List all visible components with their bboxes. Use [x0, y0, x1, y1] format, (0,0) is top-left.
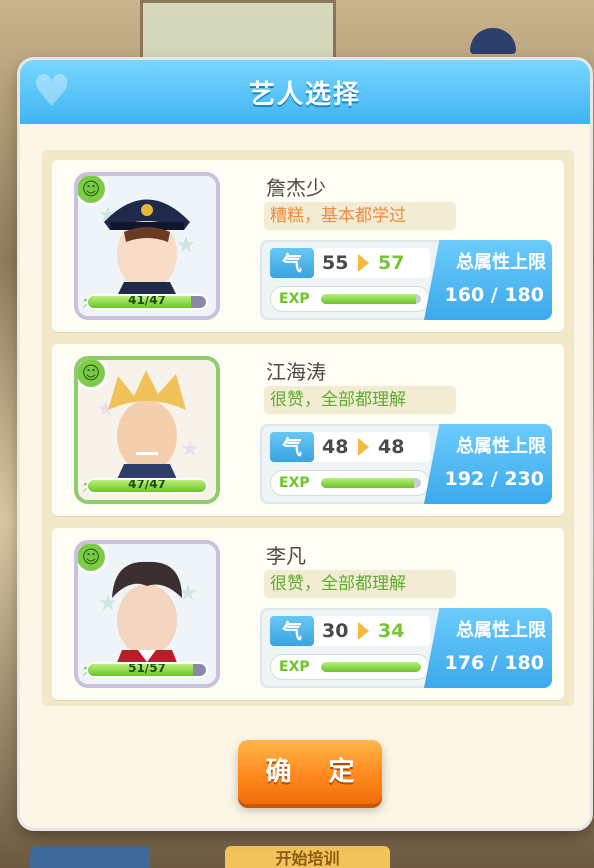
energy-text: 47/47 [128, 478, 166, 491]
arrow-right-icon [358, 254, 369, 272]
max-attribute-label: 总属性上限 [456, 620, 546, 641]
artist-card[interactable]: ★ ★ ☺ ⚡ 51/57 李凡 很赞，全部都理解 气 [52, 528, 564, 700]
confirm-label: 确 定 [265, 757, 369, 787]
max-attribute-panel: 总属性上限 160 / 180 [424, 240, 552, 320]
max-attribute-label: 总属性上限 [456, 252, 546, 273]
exp-row: EXP [270, 470, 430, 496]
qi-icon: 气 [270, 248, 314, 278]
max-attribute-panel: 总属性上限 192 / 230 [424, 424, 552, 504]
background-button [30, 846, 150, 868]
svg-text:★: ★ [180, 437, 200, 462]
artist-portrait: ★ ★ ☺ ⚡ 47/47 [74, 356, 220, 504]
qi-current: 30 [322, 620, 349, 642]
qi-icon: 气 [270, 432, 314, 462]
exp-row: EXP [270, 286, 430, 312]
qi-row: 气 55 57 [270, 248, 430, 278]
qi-next: 48 [378, 436, 405, 458]
artist-portrait: ★ ★ ☺ ⚡ 51/57 [74, 540, 220, 688]
max-attribute-value: 192 / 230 [444, 468, 545, 490]
exp-bar [321, 478, 421, 488]
qi-next: 34 [378, 620, 405, 642]
exp-label: EXP [279, 659, 310, 675]
artist-comment: 很赞，全部都理解 [264, 386, 456, 414]
qi-next: 57 [378, 252, 405, 274]
artist-portrait: ★ ★ ☺ ⚡ 41/47 [74, 172, 220, 320]
artist-select-dialog: ♥ 艺人选择 ★ ★ ☺ ⚡ [20, 60, 590, 828]
artist-card[interactable]: ★ ★ ☺ ⚡ 47/47 江海涛 很赞，全部都理解 气 [52, 344, 564, 516]
max-attribute-panel: 总属性上限 176 / 180 [424, 608, 552, 688]
qi-row: 气 48 48 [270, 432, 430, 462]
confirm-button[interactable]: 确 定 [238, 740, 382, 804]
svg-text:★: ★ [176, 233, 196, 258]
smile-icon: ☺ [78, 176, 108, 206]
background-start-training-button: 开始培训 [225, 846, 390, 868]
arrow-right-icon [358, 622, 369, 640]
max-attribute-value: 160 / 180 [444, 284, 545, 306]
max-attribute-value: 176 / 180 [444, 652, 545, 674]
energy-bar: 41/47 [86, 294, 208, 310]
artist-comment: 很赞，全部都理解 [264, 570, 456, 598]
artist-list: ★ ★ ☺ ⚡ 41/47 詹杰少 糟糕，基本都学过 [42, 150, 574, 706]
qi-current: 55 [322, 252, 349, 274]
energy-text: 51/57 [128, 662, 166, 675]
dialog-header: ♥ 艺人选择 [20, 60, 590, 124]
exp-row: EXP [270, 654, 430, 680]
dialog-title: 艺人选择 [248, 79, 361, 110]
energy-text: 41/47 [128, 294, 166, 307]
background-window [140, 0, 336, 61]
exp-label: EXP [279, 475, 310, 491]
smile-icon: ☺ [78, 544, 108, 574]
artist-comment: 糟糕，基本都学过 [264, 202, 456, 230]
heart-icon: ♥ [32, 66, 72, 117]
qi-row: 气 30 34 [270, 616, 430, 646]
artist-card[interactable]: ★ ★ ☺ ⚡ 41/47 詹杰少 糟糕，基本都学过 [52, 160, 564, 332]
arrow-right-icon [358, 438, 369, 456]
energy-bar: 51/57 [86, 662, 208, 678]
stats-box: 气 30 34 EXP 总属性上限 176 / 180 [260, 608, 552, 688]
artist-name: 詹杰少 [266, 176, 326, 200]
stats-box: 气 48 48 EXP 总属性上限 192 / 230 [260, 424, 552, 504]
qi-current: 48 [322, 436, 349, 458]
exp-label: EXP [279, 291, 310, 307]
max-attribute-label: 总属性上限 [456, 436, 546, 457]
exp-bar [321, 294, 421, 304]
qi-icon: 气 [270, 616, 314, 646]
smile-icon: ☺ [78, 360, 108, 390]
artist-name: 江海涛 [266, 360, 326, 384]
energy-bar: 47/47 [86, 478, 208, 494]
stats-box: 气 55 57 EXP 总属性上限 160 / 180 [260, 240, 552, 320]
background-cap [470, 28, 516, 54]
artist-name: 李凡 [266, 544, 306, 568]
exp-bar [321, 662, 421, 672]
